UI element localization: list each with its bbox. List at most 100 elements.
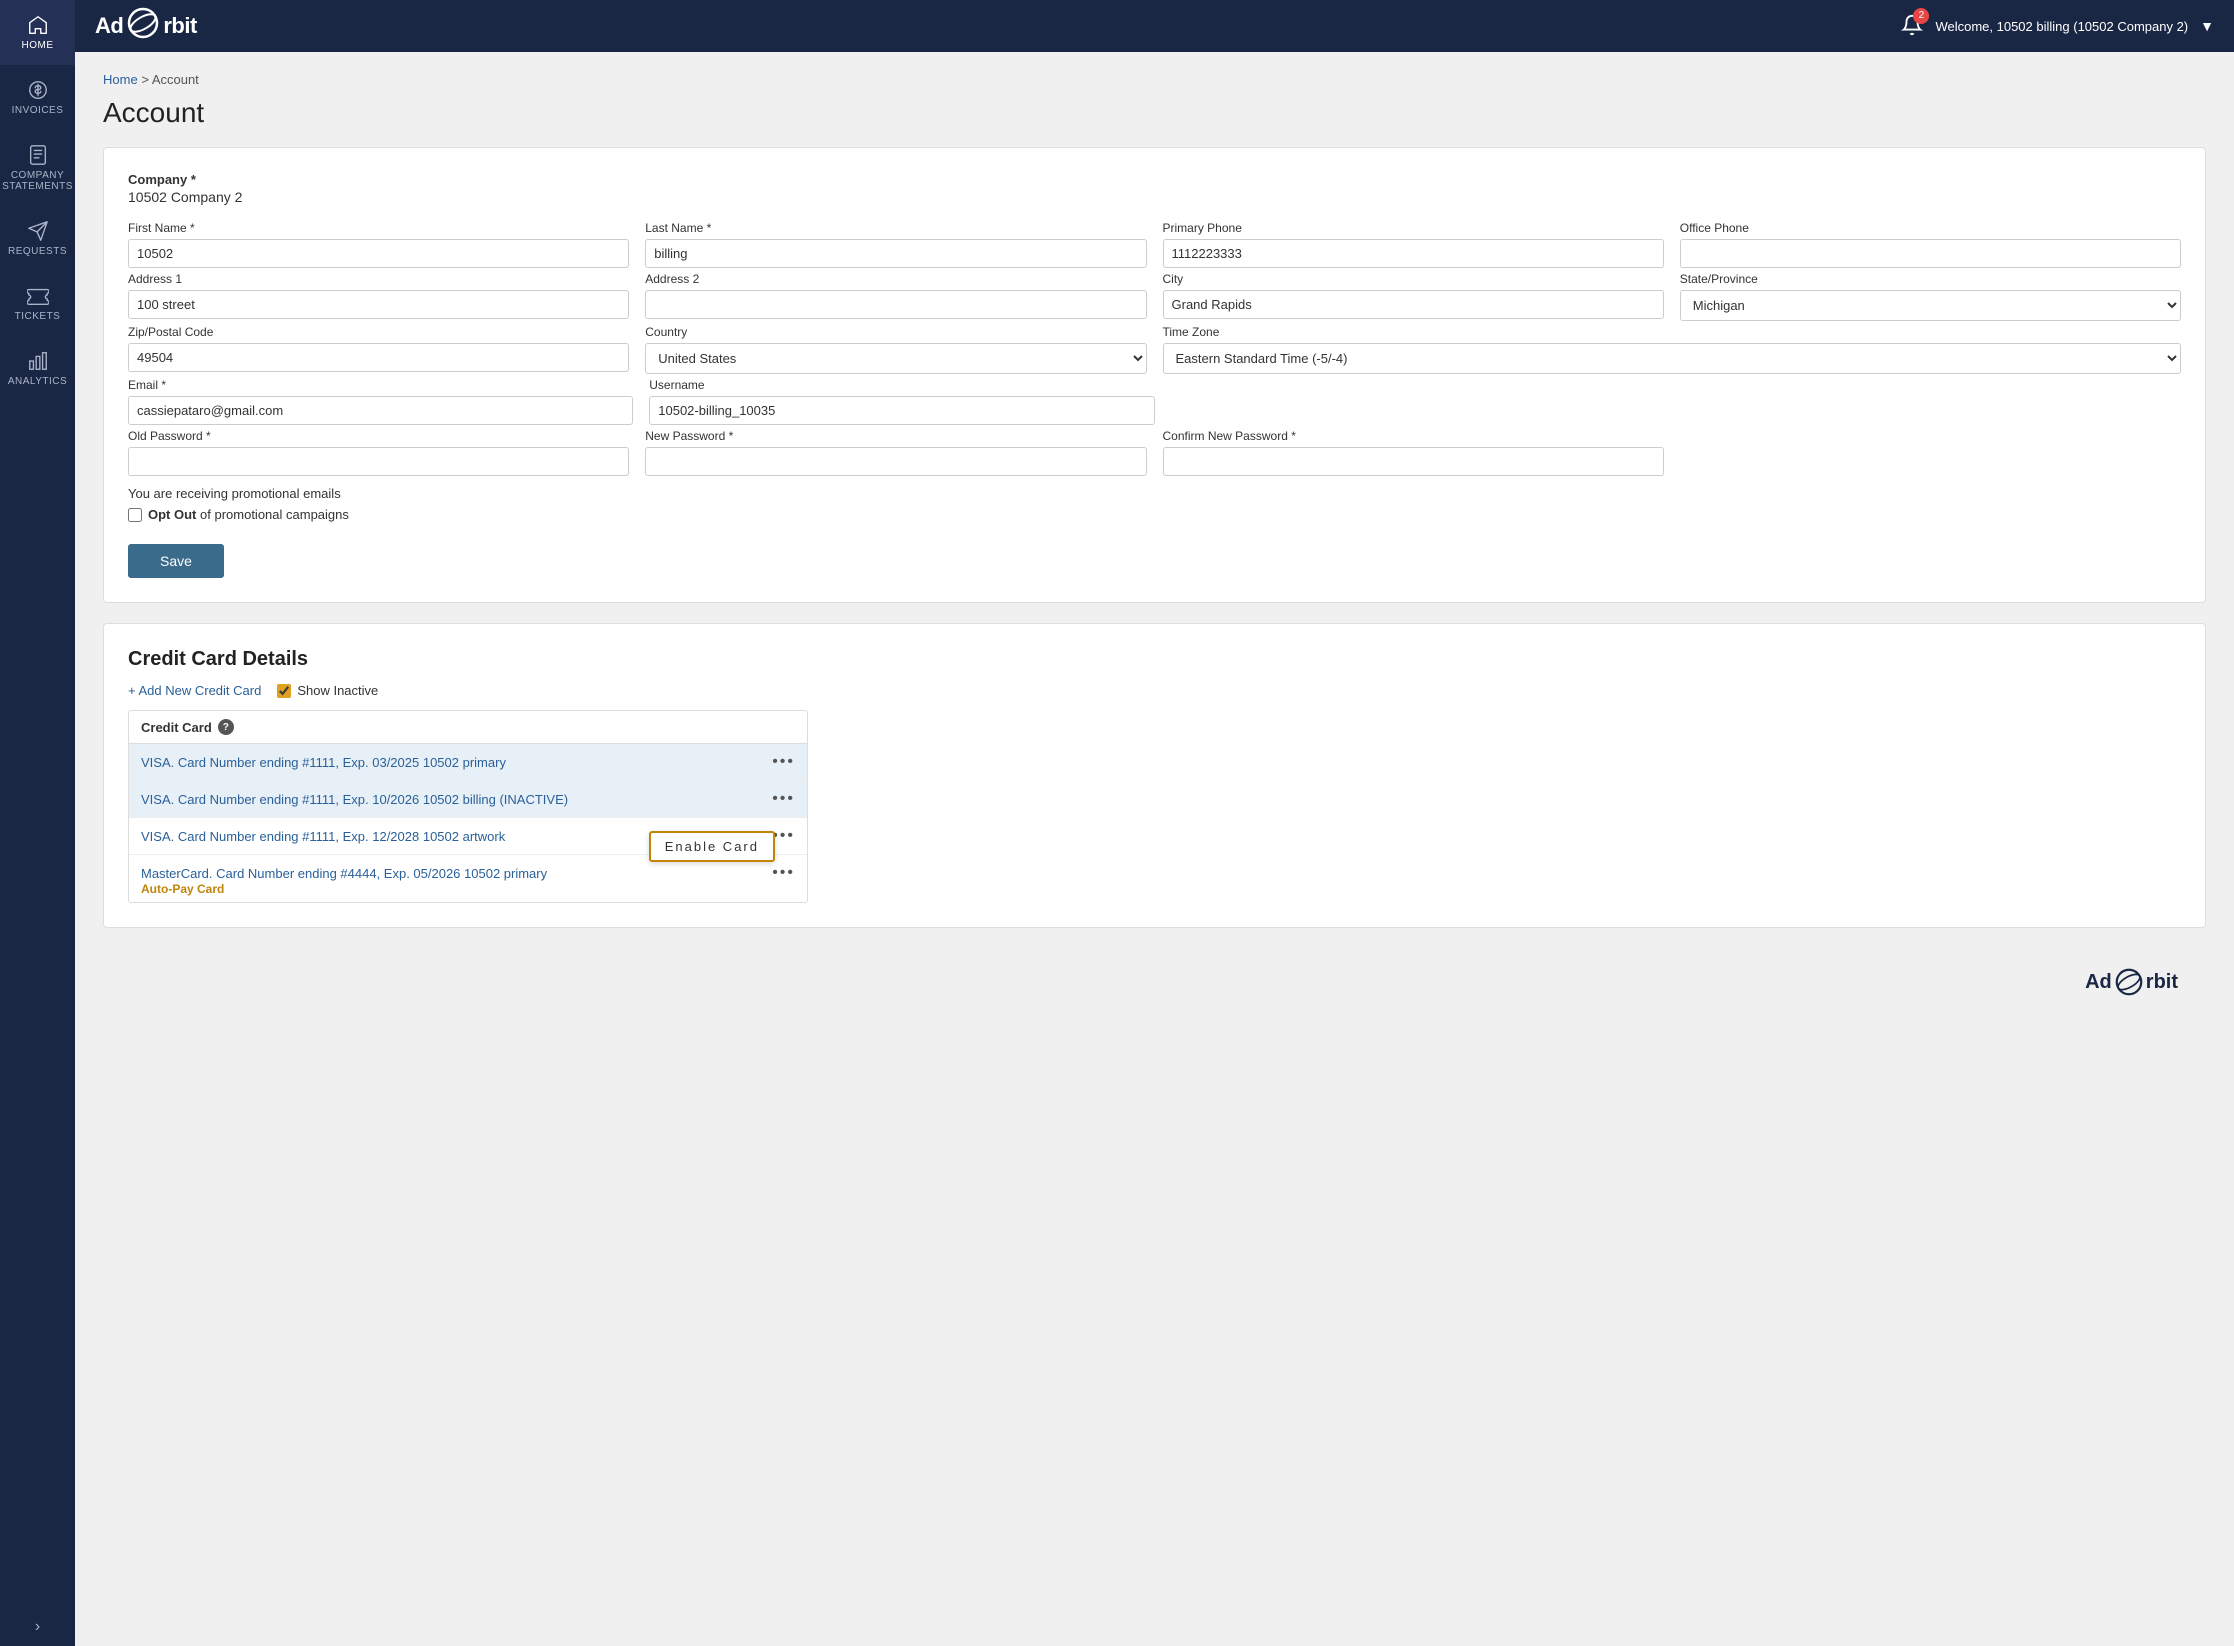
sidebar-collapse[interactable]: ›: [25, 1608, 50, 1646]
state-select[interactable]: MichiganAlabamaAlaskaArizonaArkansasCali…: [1680, 290, 2181, 321]
old-password-input[interactable]: [128, 447, 629, 476]
cc-dots-menu[interactable]: •••: [772, 864, 795, 882]
form-row-4: Email * Username: [128, 378, 2181, 425]
logo: Ad rbit: [95, 7, 197, 45]
cc-dots-menu[interactable]: ••• Enable Card: [772, 827, 795, 845]
cc-table-header: Credit Card ?: [129, 711, 807, 744]
state-label: State/Province: [1680, 272, 2181, 286]
form-row-5: Old Password * New Password * Confirm Ne…: [128, 429, 2181, 476]
cc-column-label: Credit Card: [141, 720, 212, 735]
username-group: Username: [649, 378, 1154, 425]
office-phone-label: Office Phone: [1680, 221, 2181, 235]
form-row-1: First Name * Last Name * Primary Phone O…: [128, 221, 2181, 268]
opt-out-row: Opt Out of promotional campaigns: [128, 507, 2181, 522]
home-icon: [27, 14, 49, 36]
office-phone-input[interactable]: [1680, 239, 2181, 268]
cc-card-link[interactable]: VISA. Card Number ending #1111, Exp. 03/…: [141, 755, 506, 770]
sidebar-item-label: REQUESTS: [8, 246, 67, 257]
email-label: Email *: [128, 378, 633, 392]
user-dropdown-chevron[interactable]: ▼: [2200, 18, 2214, 34]
city-label: City: [1163, 272, 1664, 286]
last-name-input[interactable]: [645, 239, 1146, 268]
breadcrumb-current: Account: [152, 72, 199, 87]
first-name-input[interactable]: [128, 239, 629, 268]
breadcrumb: Home > Account: [103, 72, 2206, 87]
cc-card-link[interactable]: VISA. Card Number ending #1111, Exp. 12/…: [141, 829, 505, 844]
sidebar-item-company-statements[interactable]: COMPANY STATEMENTS: [0, 130, 75, 206]
show-inactive-checkbox[interactable]: [277, 684, 291, 698]
timezone-group: Time Zone Eastern Standard Time (-5/-4)C…: [1163, 325, 2182, 374]
dollar-icon: [27, 79, 49, 101]
form-row-2: Address 1 Address 2 City State/Province …: [128, 272, 2181, 321]
address1-input[interactable]: [128, 290, 629, 319]
footer-logo-text: Ad: [2085, 971, 2112, 994]
address1-group: Address 1: [128, 272, 629, 321]
sidebar-item-home[interactable]: HOME: [0, 0, 75, 65]
company-label: Company *: [128, 172, 2181, 187]
topbar: Ad rbit 2 Welcome, 10502 billing (10502 …: [75, 0, 2234, 52]
timezone-select[interactable]: Eastern Standard Time (-5/-4)Central Sta…: [1163, 343, 2182, 374]
country-label: Country: [645, 325, 1146, 339]
table-row: VISA. Card Number ending #1111, Exp. 10/…: [129, 781, 807, 818]
confirm-password-label: Confirm New Password *: [1163, 429, 1664, 443]
first-name-label: First Name *: [128, 221, 629, 235]
country-select[interactable]: United StatesCanadaUnited KingdomAustral…: [645, 343, 1146, 374]
sidebar-item-analytics[interactable]: ANALYTICS: [0, 336, 75, 401]
cc-card-link[interactable]: MasterCard. Card Number ending #4444, Ex…: [141, 866, 547, 881]
sidebar-item-label: HOME: [22, 40, 54, 51]
notification-badge: 2: [1913, 8, 1929, 24]
office-phone-group: Office Phone: [1680, 221, 2181, 268]
cc-title: Credit Card Details: [128, 648, 2181, 671]
primary-phone-label: Primary Phone: [1163, 221, 1664, 235]
opt-out-checkbox[interactable]: [128, 508, 142, 522]
city-input[interactable]: [1163, 290, 1664, 319]
primary-phone-group: Primary Phone: [1163, 221, 1664, 268]
zip-label: Zip/Postal Code: [128, 325, 629, 339]
breadcrumb-separator: >: [141, 72, 149, 87]
address2-group: Address 2: [645, 272, 1146, 321]
cc-help-icon[interactable]: ?: [218, 719, 234, 735]
sidebar-item-tickets[interactable]: TICKETS: [0, 271, 75, 336]
username-input[interactable]: [649, 396, 1154, 425]
logo-orbit-text: rbit: [163, 13, 196, 39]
page-title: Account: [103, 97, 2206, 129]
table-row: VISA. Card Number ending #1111, Exp. 03/…: [129, 744, 807, 781]
enable-card-popup[interactable]: Enable Card: [649, 831, 775, 862]
sidebar-item-requests[interactable]: REQUESTS: [0, 206, 75, 271]
opt-out-suffix-text: of promotional campaigns: [200, 507, 349, 522]
email-input[interactable]: [128, 396, 633, 425]
last-name-group: Last Name *: [645, 221, 1146, 268]
sidebar-item-invoices[interactable]: INVOICES: [0, 65, 75, 130]
placeholder-col2: [1680, 429, 2181, 476]
sidebar-item-label: COMPANY STATEMENTS: [2, 170, 73, 192]
new-password-input[interactable]: [645, 447, 1146, 476]
promo-section: You are receiving promotional emails Opt…: [128, 486, 2181, 522]
sidebar-item-label: INVOICES: [12, 105, 64, 116]
add-cc-link[interactable]: + Add New Credit Card: [128, 683, 261, 698]
state-group: State/Province MichiganAlabamaAlaskaAriz…: [1680, 272, 2181, 321]
credit-card-card: Credit Card Details + Add New Credit Car…: [103, 623, 2206, 928]
show-inactive-row: Show Inactive: [277, 683, 378, 698]
logo-orbit-icon: [127, 7, 159, 45]
old-password-label: Old Password *: [128, 429, 629, 443]
primary-phone-input[interactable]: [1163, 239, 1664, 268]
address2-input[interactable]: [645, 290, 1146, 319]
new-password-group: New Password *: [645, 429, 1146, 476]
show-inactive-label: Show Inactive: [297, 683, 378, 698]
cc-dots-menu[interactable]: •••: [772, 753, 795, 771]
sidebar: HOME INVOICES COMPANY STATEMENTS REQUEST…: [0, 0, 75, 1646]
company-value: 10502 Company 2: [128, 189, 2181, 205]
zip-input[interactable]: [128, 343, 629, 372]
account-form-card: Company * 10502 Company 2 First Name * L…: [103, 147, 2206, 603]
confirm-password-input[interactable]: [1163, 447, 1664, 476]
placeholder-col: [1171, 378, 2182, 425]
sidebar-item-label: TICKETS: [15, 311, 61, 322]
notification-bell[interactable]: 2: [1901, 14, 1923, 39]
cc-dots-menu[interactable]: •••: [772, 790, 795, 808]
form-row-3: Zip/Postal Code Country United StatesCan…: [128, 325, 2181, 374]
footer-orbit-text: rbit: [2146, 971, 2178, 994]
save-button[interactable]: Save: [128, 544, 224, 578]
address2-label: Address 2: [645, 272, 1146, 286]
breadcrumb-home[interactable]: Home: [103, 72, 138, 87]
cc-card-link[interactable]: VISA. Card Number ending #1111, Exp. 10/…: [141, 792, 568, 807]
